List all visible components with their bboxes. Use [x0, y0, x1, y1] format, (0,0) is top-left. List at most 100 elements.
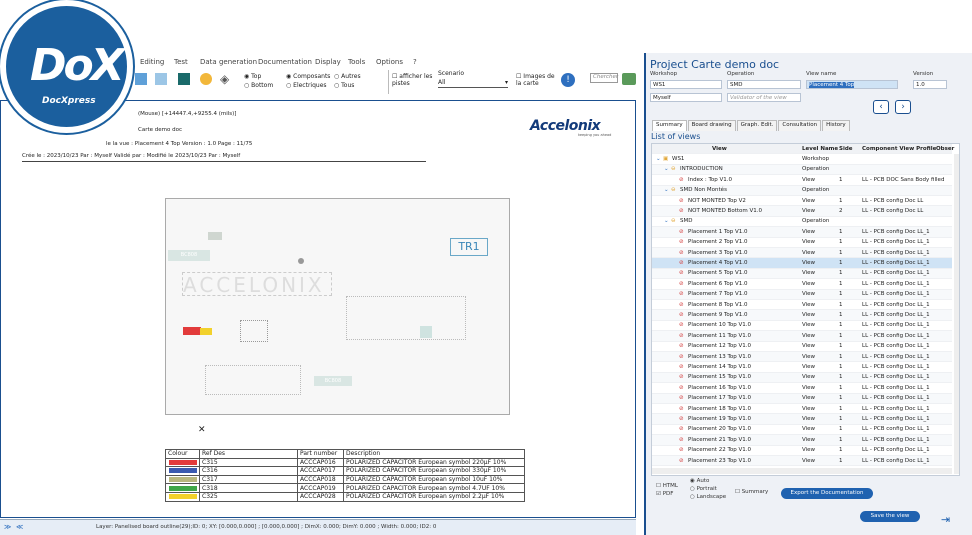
- component: [240, 320, 268, 342]
- validator-field[interactable]: Validator of the view: [727, 93, 801, 102]
- tree-row[interactable]: ⊘ Placement 21 Top V1.0 View 1 LL - PCB conf…: [652, 435, 952, 446]
- tree-row[interactable]: ⊘ Placement 14 Top V1.0 View 1 LL - PCB conf…: [652, 362, 952, 373]
- chevron-down-icon[interactable]: ⌄: [664, 218, 669, 224]
- tab-board-drawing[interactable]: Board drawing: [687, 120, 736, 131]
- menu-editing[interactable]: Editing: [140, 58, 164, 66]
- search-input[interactable]: Chercher: [590, 73, 618, 83]
- tree-row[interactable]: ⊘ NOT MONTED Top V2 View 1 LL - PCB config D…: [652, 196, 952, 207]
- chip-icon[interactable]: [178, 73, 190, 85]
- tree-row[interactable]: ⊘ Placement 11 Top V1.0 View 1 LL - PCB conf…: [652, 331, 952, 342]
- tree-row[interactable]: ⊘ Index : Top V1.0 View 1 LL - PCB DOC Sans …: [652, 175, 952, 186]
- level-name: View: [802, 228, 816, 235]
- vertical-scrollbar[interactable]: [954, 154, 959, 474]
- tree-row[interactable]: ⌄ ⊖ SMD Operation: [652, 217, 952, 228]
- tree-row[interactable]: ⊘ Placement 3 Top V1.0 View 1 LL - PCB confi…: [652, 248, 952, 259]
- expand-icon[interactable]: ≪: [16, 523, 23, 531]
- chevron-down-icon[interactable]: ⌄: [664, 166, 669, 172]
- info-icon[interactable]: !: [561, 73, 575, 87]
- tree-row[interactable]: ⊘ Placement 6 Top V1.0 View 1 LL - PCB confi…: [652, 279, 952, 290]
- tree-row[interactable]: ⊘ Placement 2 Top V1.0 View 1 LL - PCB confi…: [652, 238, 952, 248]
- next-button[interactable]: ›: [895, 100, 911, 114]
- tree-row[interactable]: ⊘ Placement 18 Top V1.0 View 1 LL - PCB conf…: [652, 404, 952, 415]
- legend-row: C316 ACCCAP017 POLARIZED CAPACITOR Europ…: [165, 466, 525, 476]
- tree-row[interactable]: ⊘ Placement 15 Top V1.0 View 1 LL - PCB conf…: [652, 372, 952, 384]
- align-icon[interactable]: [135, 73, 147, 85]
- cross-icon[interactable]: [155, 73, 167, 85]
- tree-row[interactable]: ⊘ Placement 5 Top V1.0 View 1 LL - PCB confi…: [652, 268, 952, 280]
- view-icon: ⊘: [679, 228, 684, 235]
- col-level[interactable]: Level Name: [802, 146, 838, 152]
- tree-row[interactable]: ⊘ Placement 9 Top V1.0 View 1 LL - PCB confi…: [652, 310, 952, 321]
- view-name: Index : Top V1.0: [688, 176, 733, 183]
- tree-row[interactable]: ⊘ Placement 10 Top V1.0 View 1 LL - PCB conf…: [652, 321, 952, 332]
- radio-tous[interactable]: ○ Tous: [334, 82, 354, 89]
- workshop-field[interactable]: WS1: [650, 80, 722, 89]
- layers-icon[interactable]: ◈: [220, 72, 234, 86]
- menu-documentation[interactable]: Documentation: [258, 58, 312, 66]
- tree-row[interactable]: ⊘ Placement 19 Top V1.0 View 1 LL - PCB conf…: [652, 414, 952, 425]
- chevron-down-icon[interactable]: ⌄: [656, 156, 661, 162]
- side: 1: [839, 353, 843, 360]
- menu-options[interactable]: Options: [376, 58, 403, 66]
- menu-data-generation[interactable]: Data generation: [200, 58, 257, 66]
- menu-tools[interactable]: Tools: [348, 58, 365, 66]
- tree-row[interactable]: ⊘ Placement 8 Top V1.0 View 1 LL - PCB confi…: [652, 300, 952, 311]
- exit-icon[interactable]: ⇥: [941, 513, 955, 526]
- menu-display[interactable]: Display: [315, 58, 341, 66]
- radio-composants[interactable]: ◉ Composants: [286, 73, 330, 80]
- col-view[interactable]: View: [712, 146, 727, 152]
- radio-autres[interactable]: ○ Autres: [334, 73, 361, 80]
- radio-electriques[interactable]: ○ Electriques: [286, 82, 327, 89]
- tree-row[interactable]: ⊘ Placement 7 Top V1.0 View 1 LL - PCB confi…: [652, 289, 952, 300]
- tab-graph-edit[interactable]: Graph. Edit.: [736, 120, 778, 131]
- radio-auto[interactable]: ◉ Auto: [690, 478, 709, 484]
- version-field[interactable]: 1.0: [913, 80, 947, 89]
- previous-button[interactable]: ‹: [873, 100, 889, 114]
- viewname-field[interactable]: Placement 4 Top: [806, 80, 898, 89]
- tree-row[interactable]: ⌄ ⊖ INTRODUCTION Operation: [652, 164, 952, 176]
- tree-row[interactable]: ⊘ Placement 23 Top V1.0 View 1 LL - PCB conf…: [652, 456, 952, 467]
- menu-help[interactable]: ?: [413, 58, 417, 66]
- level-name: View: [802, 280, 816, 287]
- tree-row[interactable]: ⊘ Placement 22 Top V1.0 View 1 LL - PCB conf…: [652, 446, 952, 456]
- col-profile[interactable]: Component View Profile: [862, 146, 936, 152]
- collapse-icon[interactable]: ≫: [4, 523, 11, 531]
- side: 1: [839, 176, 843, 183]
- tab-consultation[interactable]: Consultation: [778, 120, 822, 131]
- scenario-select[interactable]: All ▾: [438, 79, 508, 88]
- tree-row[interactable]: ⊘ NOT MONTED Bottom V1.0 View 2 LL - PCB con…: [652, 206, 952, 217]
- tree-row[interactable]: ⊘ Placement 17 Top V1.0 View 1 LL - PCB conf…: [652, 393, 952, 404]
- summary-checkbox[interactable]: ☐ Summary: [735, 489, 768, 495]
- tree-row[interactable]: ⊘ Placement 20 Top V1.0 View 1 LL - PCB conf…: [652, 425, 952, 436]
- tree-row[interactable]: ⌄ ⊖ SMD Non Montés Operation: [652, 185, 952, 196]
- save-view-button[interactable]: Save the view: [860, 511, 920, 522]
- tab-summary[interactable]: Summary: [652, 120, 687, 131]
- side: 1: [839, 374, 843, 381]
- light-icon[interactable]: [200, 73, 212, 85]
- radio-top[interactable]: ◉ Top: [244, 73, 261, 80]
- tree-row[interactable]: ⌄ ▣ WS1 Workshop: [652, 154, 952, 165]
- tree-row[interactable]: ⊘ Placement 12 Top V1.0 View 1 LL - PCB conf…: [652, 342, 952, 352]
- tree-row[interactable]: ⊘ Placement 4 Top V1.0 View 1 LL - PCB confi…: [652, 258, 952, 269]
- afficher-pistes-checkbox[interactable]: ☐ afficher les pistes: [392, 73, 434, 87]
- radio-bottom[interactable]: ○ Bottom: [244, 82, 273, 89]
- tab-history[interactable]: History: [822, 120, 850, 131]
- export-documentation-button[interactable]: Export the Documentation: [781, 488, 873, 499]
- car-icon[interactable]: [622, 73, 636, 85]
- tree-row[interactable]: ⊘ Placement 1 Top V1.0 View 1 LL - PCB confi…: [652, 227, 952, 238]
- radio-landscape[interactable]: ○ Landscape: [690, 494, 726, 500]
- operation-field[interactable]: SMD: [727, 80, 801, 89]
- side: 1: [839, 436, 843, 443]
- horizontal-scrollbar[interactable]: [652, 468, 952, 474]
- radio-portrait[interactable]: ○ Portrait: [690, 486, 717, 492]
- user-field[interactable]: Myself: [650, 93, 722, 102]
- images-carte-checkbox[interactable]: ☐ Images de la carte: [516, 73, 556, 87]
- col-side[interactable]: Side: [839, 146, 853, 152]
- html-checkbox[interactable]: ☐ HTML: [656, 483, 678, 489]
- tree-row[interactable]: ⊘ Placement 16 Top V1.0 View 1 LL - PCB conf…: [652, 383, 952, 394]
- col-observation[interactable]: Obser: [936, 146, 954, 152]
- chevron-down-icon[interactable]: ⌄: [664, 187, 669, 193]
- tree-row[interactable]: ⊘ Placement 13 Top V1.0 View 1 LL - PCB conf…: [652, 352, 952, 363]
- pdf-checkbox[interactable]: ☑ PDF: [656, 491, 673, 497]
- menu-test[interactable]: Test: [174, 58, 188, 66]
